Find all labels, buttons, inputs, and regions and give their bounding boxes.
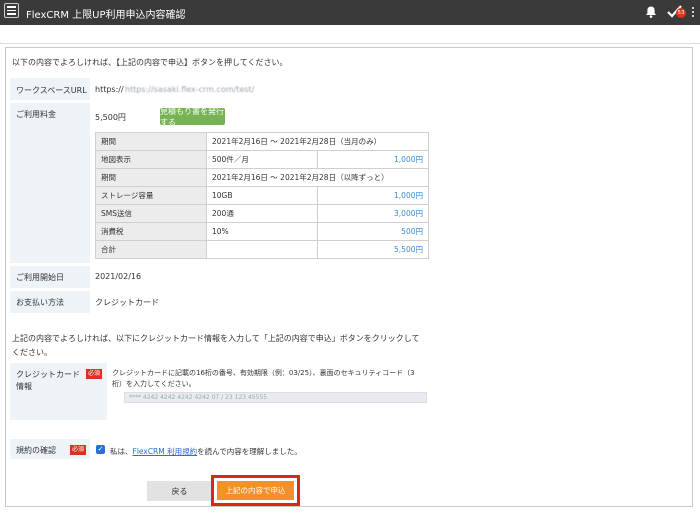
fee-row: 地図表示 500件／月 1,000円 <box>95 150 429 169</box>
fee-table: 期間 2021年2月16日 ～ 2021年2月28日（当月のみ） 地図表示 500件／… <box>95 132 429 259</box>
fee-row: SMS送信 200通 3,000円 <box>95 204 429 223</box>
start-date-label: ご利用開始日 <box>16 273 64 282</box>
card-help-line-1: クレジットカードに記載の16桁の番号、有効期限（例：03/25）、裏面のセキュリ… <box>112 369 415 377</box>
fee-row-period: 2021年2月16日 ～ 2021年2月28日（当月のみ） <box>206 132 429 151</box>
fee-row-amount: 1,000円 <box>317 150 429 169</box>
more-options-icon[interactable] <box>692 7 694 17</box>
hamburger-menu-icon[interactable] <box>4 3 19 18</box>
fee-row: 期間 2021年2月16日 ～ 2021年2月28日（以降ずっと） <box>95 168 429 187</box>
fee-row-desc <box>206 240 318 259</box>
start-date-value: 2021/02/16 <box>95 272 142 281</box>
fee-row: ストレージ容量 10GB 1,000円 <box>95 186 429 205</box>
back-button[interactable]: 戻る <box>147 481 212 501</box>
fee-row-name: 期間 <box>95 132 207 151</box>
intro-text: 以下の内容でよろしければ、【上記の内容で申込】ボタンを押してください。 <box>12 58 288 67</box>
fee-row-desc: 10GB <box>206 186 318 205</box>
fee-row-amount: 3,000円 <box>317 204 429 223</box>
top-bar: FlexCRM 上限UP利用申込内容確認 53 <box>0 0 700 25</box>
terms-prefix: 私は、 <box>110 447 133 456</box>
card-instruction-line-1: 上記の内容でよろしければ、以下にクレジットカード情報を入力して「上記の内容で申込… <box>12 334 420 343</box>
card-label-line-2: 情報 <box>16 382 32 391</box>
fee-row-amount: 500円 <box>317 222 429 241</box>
fee-row-desc: 200通 <box>206 204 318 223</box>
terms-label: 規約の確認 <box>16 446 56 455</box>
card-help-line-2: 桁）を入力してください。 <box>112 380 196 388</box>
fee-label: ご利用料金 <box>16 110 56 119</box>
workspace-url-value: https://sasaki.flex-crm.com/test/ <box>125 85 255 94</box>
workspace-url-prefix: https:// <box>95 85 124 94</box>
fee-row: 消費税 10% 500円 <box>95 222 429 241</box>
confirmation-panel: 以下の内容でよろしければ、【上記の内容で申込】ボタンを押してください。 ワークス… <box>5 47 693 507</box>
fee-row-name: 地図表示 <box>95 150 207 169</box>
fee-row-desc: 10% <box>206 222 318 241</box>
terms-suffix: を読んで内容を理解しました。 <box>197 447 302 456</box>
payment-label: お支払い方法 <box>16 298 64 307</box>
terms-required-badge: 必須 <box>70 445 87 455</box>
fee-row-name: 消費税 <box>95 222 207 241</box>
card-label-line-1: クレジットカード <box>16 370 80 379</box>
tasks-check-icon[interactable]: 53 <box>666 4 686 20</box>
terms-link[interactable]: FlexCRM 利用規約 <box>133 447 198 456</box>
bell-icon[interactable] <box>644 5 658 19</box>
fee-label-cell <box>10 103 90 263</box>
submit-button[interactable]: 上記の内容で申込 <box>217 481 294 500</box>
terms-agreement-text: 私は、FlexCRM 利用規約を読んで内容を理解しました。 <box>110 446 302 457</box>
fee-row: 期間 2021年2月16日 ～ 2021年2月28日（当月のみ） <box>95 132 429 151</box>
fee-row-period: 2021年2月16日 ～ 2021年2月28日（以降ずっと） <box>206 168 429 187</box>
fee-row-desc: 500件／月 <box>206 150 318 169</box>
fee-row-amount: 1,000円 <box>317 186 429 205</box>
fee-row-amount: 5,500円 <box>317 240 429 259</box>
fee-row-name: ストレージ容量 <box>95 186 207 205</box>
card-instruction-line-2: ください。 <box>12 348 52 357</box>
fee-row-name: 合計 <box>95 240 207 259</box>
card-number-input[interactable]: **** 4242 4242 4242 4242 07 / 23 123 455… <box>124 392 427 403</box>
fee-row: 合計 5,500円 <box>95 240 429 259</box>
card-required-badge: 必須 <box>86 369 103 379</box>
fee-row-name: 期間 <box>95 168 207 187</box>
terms-checkbox[interactable]: ✓ <box>96 445 105 454</box>
fee-row-name: SMS送信 <box>95 204 207 223</box>
app-title: FlexCRM 上限UP利用申込内容確認 <box>26 10 186 21</box>
notification-badge: 53 <box>676 8 686 18</box>
sub-header-bar <box>0 25 700 44</box>
top-icons: 53 <box>644 4 694 20</box>
fee-total: 5,500円 <box>95 113 126 122</box>
estimate-button[interactable]: 見積もり書を発行する <box>160 107 225 127</box>
payment-value: クレジットカード <box>95 298 159 307</box>
workspace-label: ワークスペースURL <box>16 86 87 95</box>
